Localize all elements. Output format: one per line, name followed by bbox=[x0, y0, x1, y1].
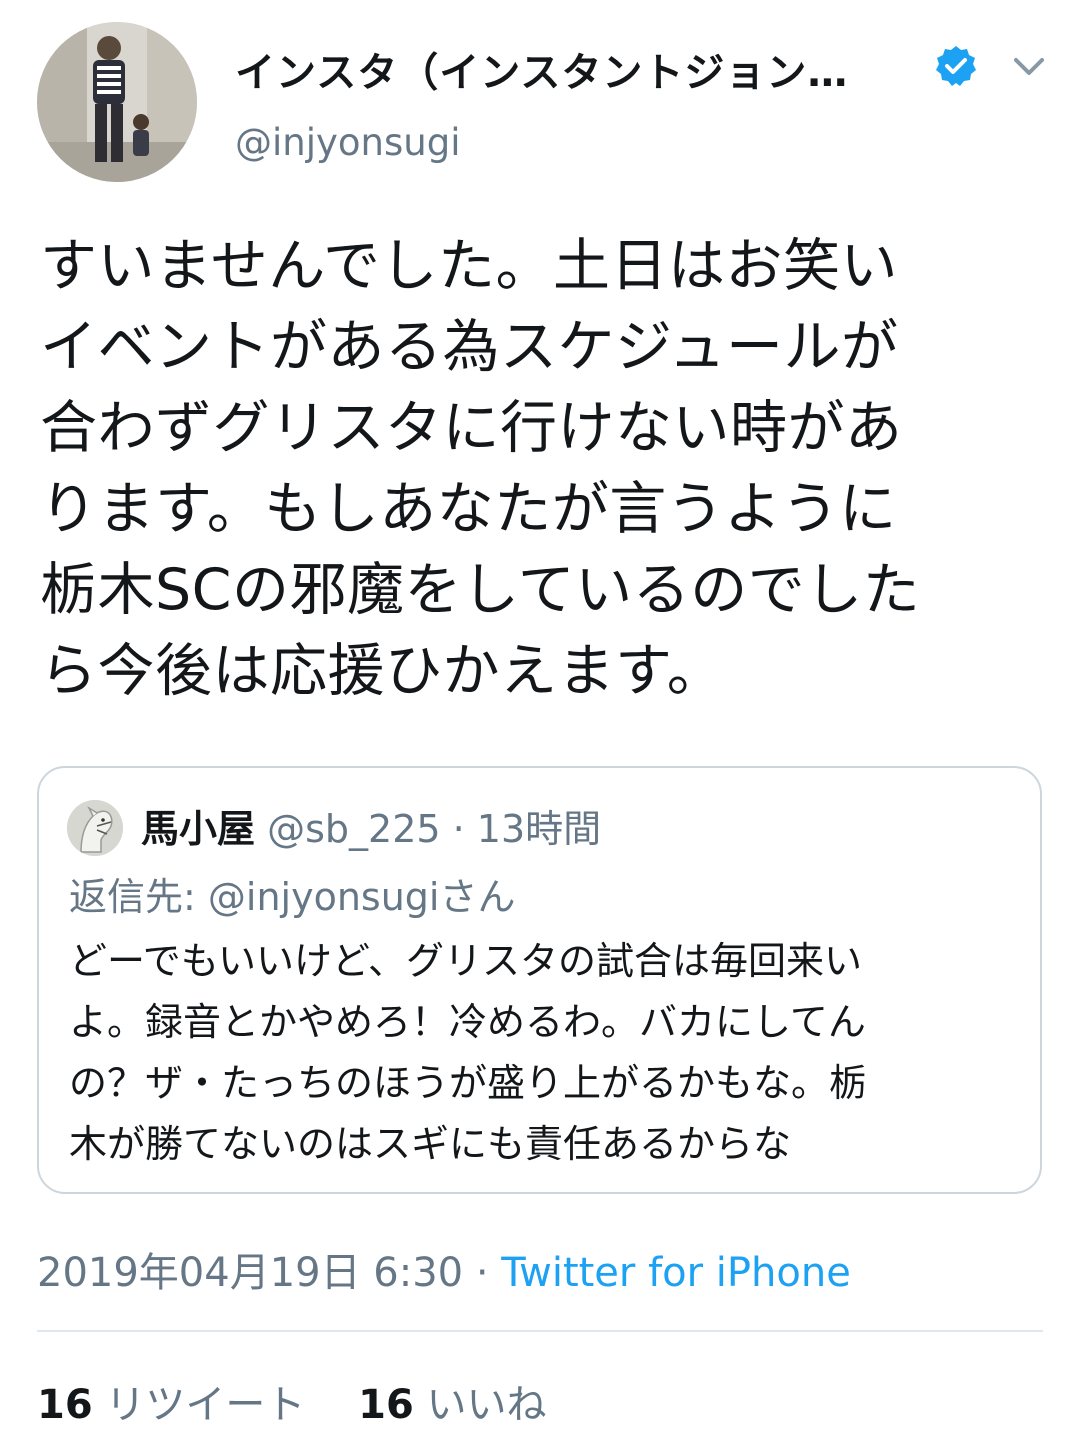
divider bbox=[37, 1330, 1043, 1332]
quote-text: どーでもいいけど、グリスタの試合は毎回来い よ。録音とかやめろ！冷めるわ。バカに… bbox=[69, 931, 1029, 1175]
reply-prefix: 返信先: bbox=[69, 875, 208, 919]
verified-badge-icon bbox=[936, 46, 976, 86]
tweet-line: 栃木SCの邪魔をしているのでした bbox=[40, 557, 921, 623]
timestamp-row: 2019年04月19日 6:30 · Twitter for iPhone bbox=[37, 1240, 851, 1298]
separator-dot: · bbox=[475, 1250, 489, 1296]
source-link[interactable]: Twitter for iPhone bbox=[501, 1250, 851, 1296]
avatar-photo bbox=[37, 22, 197, 182]
tweet-line: すいませんでした。土日はお笑い bbox=[40, 233, 898, 299]
quote-author-name[interactable]: 馬小屋 bbox=[141, 807, 255, 851]
quote-avatar bbox=[67, 800, 123, 856]
horse-avatar-icon bbox=[67, 800, 123, 856]
retweets-stat[interactable]: 16 リツイート bbox=[37, 1382, 318, 1428]
quote-line: よ。録音とかやめろ！冷めるわ。バカにしてん bbox=[69, 1000, 866, 1044]
likes-stat[interactable]: 16 いいね bbox=[358, 1382, 546, 1428]
quote-line: の？ザ・たっちのほうが盛り上がるかもな。栃 bbox=[69, 1061, 868, 1105]
quote-header: 馬小屋 @sb_225 · 13時間 bbox=[141, 798, 601, 853]
display-name[interactable]: インスタ（インスタントジョン… bbox=[235, 40, 848, 98]
reply-mention[interactable]: @injyonsugiさん bbox=[208, 875, 516, 919]
chevron-down-icon[interactable] bbox=[1010, 50, 1048, 84]
quote-line: 木が勝てないのはスギにも責任あるからな bbox=[69, 1122, 792, 1166]
quote-reply-to: 返信先: @injyonsugiさん bbox=[69, 866, 515, 921]
likes-count: 16 bbox=[358, 1382, 414, 1428]
tweet-line: ら今後は応援ひかえます。 bbox=[40, 638, 725, 704]
tweet-line: 合わずグリスタに行けない時があ bbox=[40, 395, 903, 461]
tweet-text: すいませんでした。土日はお笑い イベントがある為スケジュールが 合わずグリスタに… bbox=[40, 226, 1050, 712]
stats-row: 16 リツイート 16 いいね bbox=[37, 1372, 547, 1430]
user-handle[interactable]: @injyonsugi bbox=[235, 121, 461, 164]
retweets-count: 16 bbox=[37, 1382, 93, 1428]
tweet-line: ります。もしあなたが言うように bbox=[40, 476, 897, 542]
quoted-tweet-card[interactable]: 馬小屋 @sb_225 · 13時間 返信先: @injyonsugiさん どー… bbox=[37, 766, 1042, 1194]
profile-avatar[interactable] bbox=[37, 22, 197, 182]
tweet-line: イベントがある為スケジュールが bbox=[40, 314, 899, 380]
timestamp: 2019年04月19日 6:30 bbox=[37, 1250, 464, 1296]
quote-line: どーでもいいけど、グリスタの試合は毎回来い bbox=[69, 939, 863, 983]
likes-label: いいね bbox=[426, 1382, 547, 1428]
retweets-label: リツイート bbox=[105, 1382, 306, 1428]
quote-author-meta: @sb_225 · 13時間 bbox=[267, 807, 602, 851]
